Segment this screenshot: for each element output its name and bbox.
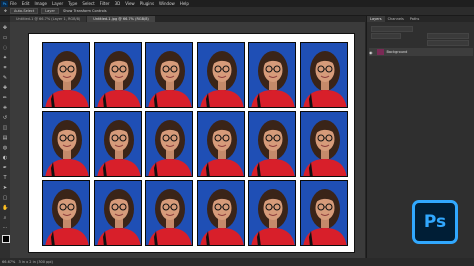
photoshop-logo: Ps	[412, 200, 458, 244]
type-icon[interactable]: T	[2, 175, 8, 181]
passport-photo	[299, 180, 348, 246]
passport-photo	[196, 42, 245, 108]
passport-photo	[42, 180, 90, 246]
history-brush-icon[interactable]: ↺	[2, 115, 8, 121]
menu-item-edit[interactable]: Edit	[22, 1, 30, 6]
lasso-icon[interactable]: ◌	[2, 45, 8, 51]
layer-name: Background	[386, 50, 408, 54]
quick-select-icon[interactable]: ✦	[2, 55, 8, 61]
passport-photo	[196, 111, 245, 177]
blend-mode-dropdown[interactable]	[371, 33, 401, 39]
auto-select-checkbox[interactable]: Auto-Select	[9, 8, 39, 14]
eyedropper-icon[interactable]: ✎	[2, 75, 8, 81]
shape-icon[interactable]: ▢	[2, 195, 8, 201]
passport-photo	[196, 180, 245, 246]
menu-item-file[interactable]: File	[10, 1, 17, 6]
zoom-icon[interactable]: ⌕	[2, 215, 8, 221]
canvas-area[interactable]	[10, 22, 365, 258]
passport-photo	[93, 42, 142, 108]
zoom-level[interactable]: 66.67%	[2, 260, 15, 264]
brush-icon[interactable]: ✏	[2, 95, 8, 101]
path-select-icon[interactable]: ➤	[2, 185, 8, 191]
move-icon[interactable]: ✥	[2, 25, 8, 31]
opacity-field[interactable]	[427, 33, 469, 39]
menu-item-help[interactable]: Help	[180, 1, 189, 6]
menu-item-layer[interactable]: Layer	[52, 1, 63, 6]
pen-icon[interactable]: ✒	[2, 165, 8, 171]
eraser-icon[interactable]: ◫	[2, 125, 8, 131]
passport-photo	[248, 42, 296, 108]
passport-photo	[248, 111, 296, 177]
passport-photo	[93, 111, 142, 177]
app-badge[interactable]: Ps	[1, 0, 8, 7]
passport-photo	[299, 111, 348, 177]
menu-item-image[interactable]: Image	[34, 1, 47, 6]
menu-item-plugins[interactable]: Plugins	[140, 1, 154, 6]
passport-photo	[248, 180, 296, 246]
status-bar: 66.67% 3 in x 2 in (300 ppi)	[0, 258, 474, 266]
hand-icon[interactable]: ✋	[2, 205, 8, 211]
passport-photo	[42, 111, 90, 177]
dodge-icon[interactable]: ◐	[2, 155, 8, 161]
menu-item-filter[interactable]: Filter	[100, 1, 110, 6]
menu-item-view[interactable]: View	[125, 1, 135, 6]
passport-photo	[93, 180, 142, 246]
stamp-icon[interactable]: ⎈	[2, 105, 8, 111]
layer-row[interactable]: ◉ Background	[369, 48, 473, 56]
move-tool-icon[interactable]: ✥	[4, 9, 7, 13]
menu-item-type[interactable]: Type	[68, 1, 77, 6]
passport-photo	[299, 42, 348, 108]
foreground-color-icon[interactable]	[2, 235, 10, 243]
marquee-icon[interactable]: ▭	[2, 35, 8, 41]
menu-item-3d[interactable]: 3D	[115, 1, 121, 6]
options-bar: ✥ Auto-Select Layer Show Transform Contr…	[0, 7, 474, 16]
blur-icon[interactable]: ◍	[2, 145, 8, 151]
tab-paths[interactable]: Paths	[407, 16, 423, 22]
layer-dropdown[interactable]: Layer	[41, 8, 59, 14]
gradient-icon[interactable]: ▤	[2, 135, 8, 141]
visibility-eye-icon[interactable]: ◉	[369, 50, 373, 55]
tab-channels[interactable]: Channels	[385, 16, 407, 22]
layer-thumbnail	[376, 49, 384, 55]
edit-toolbar-icon[interactable]: ⋯	[2, 225, 8, 231]
menu-item-select[interactable]: Select	[82, 1, 94, 6]
panel-tabs: Layers Channels Paths	[367, 16, 474, 22]
layer-filter-dropdown[interactable]	[371, 26, 413, 32]
passport-photo	[145, 42, 193, 108]
tab-layers[interactable]: Layers	[367, 16, 385, 22]
passport-photo	[145, 111, 193, 177]
healing-icon[interactable]: ✚	[2, 85, 8, 91]
show-transform-controls[interactable]: Show Transform Controls	[63, 9, 107, 13]
passport-photo	[42, 42, 90, 108]
document-canvas[interactable]	[28, 33, 355, 253]
passport-photo	[145, 180, 193, 246]
document-info: 3 in x 2 in (300 ppi)	[18, 260, 53, 264]
menu-item-window[interactable]: Window	[159, 1, 175, 6]
crop-icon[interactable]: ⌗	[2, 65, 8, 71]
fill-field[interactable]	[427, 40, 469, 46]
menu-bar: Ps File Edit Image Layer Type Select Fil…	[0, 0, 474, 7]
